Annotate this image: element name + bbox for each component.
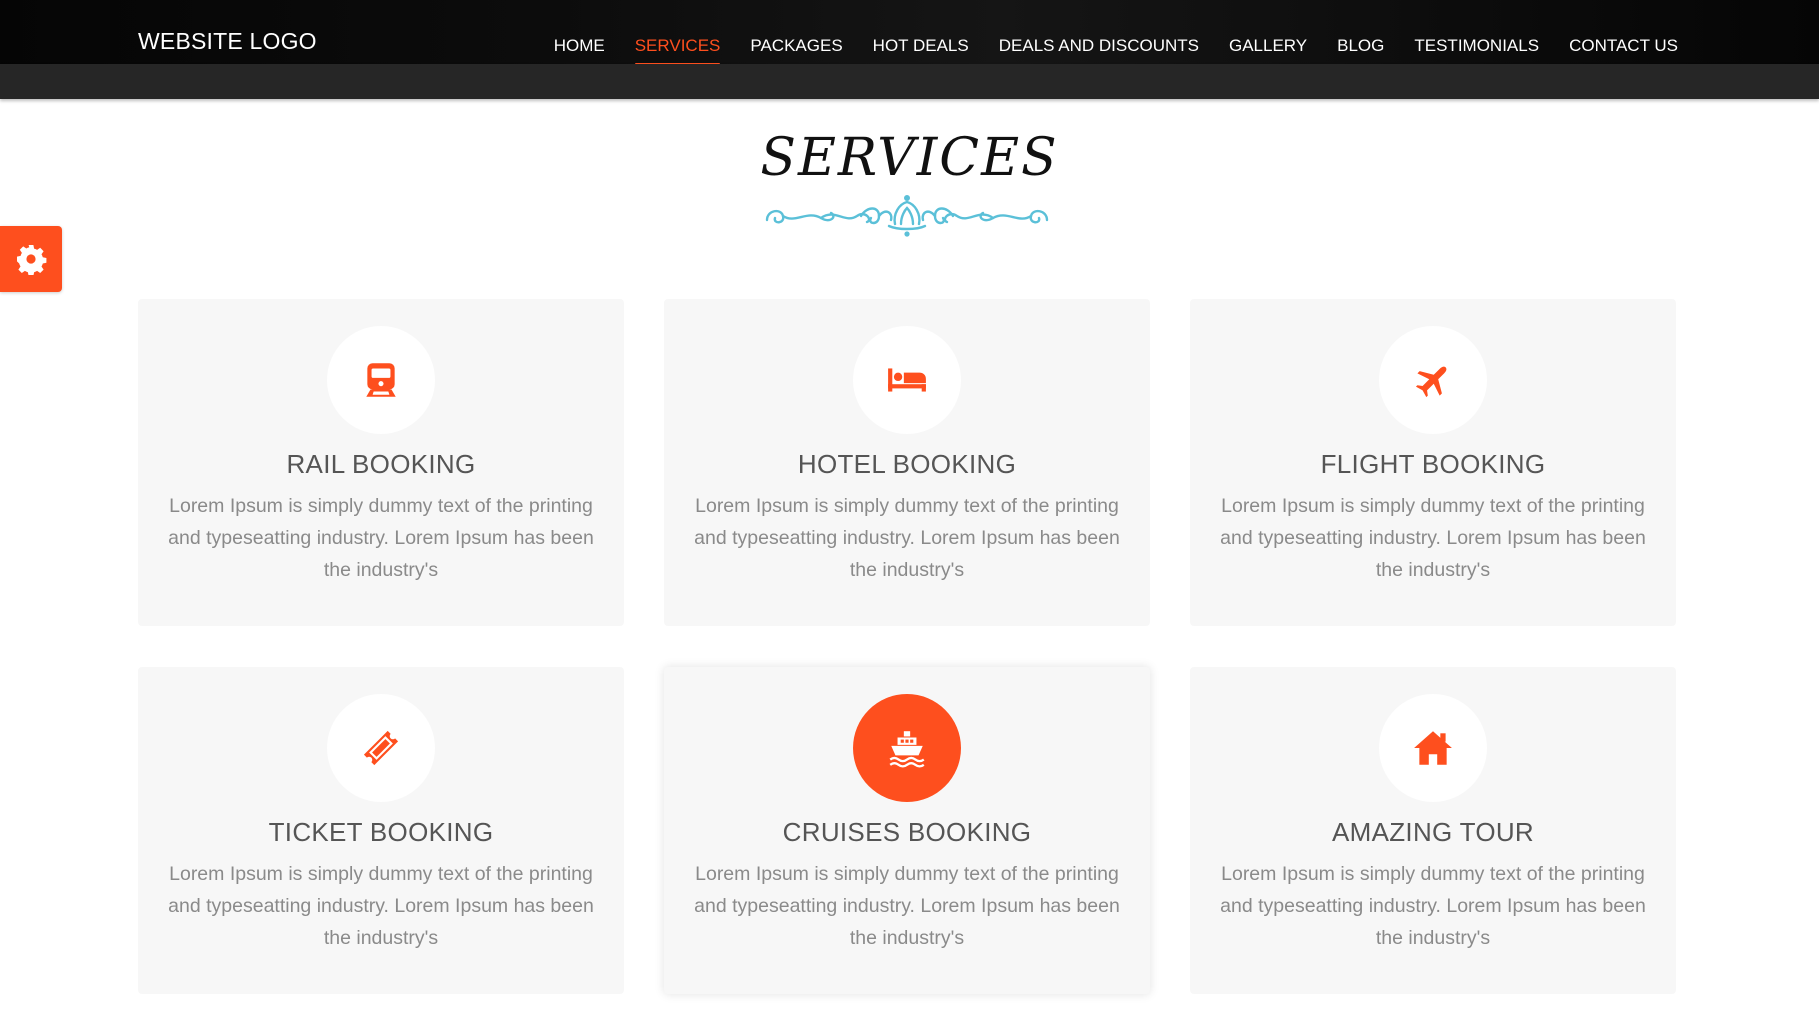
services-grid: RAIL BOOKING Lorem Ipsum is simply dummy…: [138, 299, 1676, 994]
site-header: WEBSITE LOGO HOME SERVICES PACKAGES HOT …: [0, 0, 1819, 66]
icon-circle: [1379, 326, 1487, 434]
service-card-hotel-booking[interactable]: HOTEL BOOKING Lorem Ipsum is simply dumm…: [664, 299, 1150, 626]
service-description: Lorem Ipsum is simply dummy text of the …: [1220, 863, 1646, 949]
nav-item-contact-us[interactable]: CONTACT US: [1569, 36, 1678, 66]
nav-item-hot-deals[interactable]: HOT DEALS: [873, 36, 969, 66]
service-card-amazing-tour[interactable]: AMAZING TOUR Lorem Ipsum is simply dummy…: [1190, 667, 1676, 994]
service-card-rail-booking[interactable]: RAIL BOOKING Lorem Ipsum is simply dummy…: [138, 299, 624, 626]
website-logo[interactable]: WEBSITE LOGO: [138, 28, 317, 55]
service-description: Lorem Ipsum is simply dummy text of the …: [168, 495, 594, 581]
header-subbar: [0, 64, 1819, 99]
service-title: RAIL BOOKING: [286, 449, 476, 479]
home-icon: [1414, 731, 1452, 765]
nav-item-services[interactable]: SERVICES: [634, 36, 720, 66]
nav-item-blog[interactable]: BLOG: [1337, 36, 1384, 66]
service-title: FLIGHT BOOKING: [1320, 449, 1546, 479]
service-title: HOTEL BOOKING: [797, 449, 1017, 479]
gear-icon: [17, 245, 47, 275]
section-title: SERVICES: [760, 128, 1059, 188]
service-description: Lorem Ipsum is simply dummy text of the …: [168, 863, 594, 949]
main-nav: HOME SERVICES PACKAGES HOT DEALS DEALS A…: [554, 36, 1678, 66]
ornament-divider-icon: [765, 195, 1049, 237]
icon-circle: [853, 326, 961, 434]
train-icon: [366, 363, 396, 397]
service-description: Lorem Ipsum is simply dummy text of the …: [1220, 495, 1646, 581]
icon-circle: [327, 326, 435, 434]
nav-item-deals-and-discounts[interactable]: DEALS AND DISCOUNTS: [999, 36, 1199, 66]
plane-icon: [1415, 366, 1447, 398]
nav-item-testimonials[interactable]: TESTIMONIALS: [1414, 36, 1539, 66]
settings-button[interactable]: [0, 226, 62, 292]
service-title: TICKET BOOKING: [268, 817, 494, 847]
nav-item-home[interactable]: HOME: [554, 36, 605, 66]
nav-item-packages[interactable]: PACKAGES: [750, 36, 842, 66]
service-description: Lorem Ipsum is simply dummy text of the …: [694, 495, 1120, 581]
service-title: AMAZING TOUR: [1332, 817, 1534, 847]
ship-icon: [889, 731, 925, 768]
service-card-flight-booking[interactable]: FLIGHT BOOKING Lorem Ipsum is simply dum…: [1190, 299, 1676, 626]
icon-circle: [1379, 694, 1487, 802]
nav-item-gallery[interactable]: GALLERY: [1229, 36, 1307, 66]
service-card-ticket-booking[interactable]: TICKET BOOKING Lorem Ipsum is simply dum…: [138, 667, 624, 994]
bed-icon: [888, 368, 926, 392]
service-card-cruises-booking[interactable]: CRUISES BOOKING Lorem Ipsum is simply du…: [664, 667, 1150, 994]
ticket-icon: [363, 730, 399, 766]
service-description: Lorem Ipsum is simply dummy text of the …: [694, 863, 1120, 949]
icon-circle: [327, 694, 435, 802]
icon-circle: [853, 694, 961, 802]
service-title: CRUISES BOOKING: [782, 817, 1032, 847]
